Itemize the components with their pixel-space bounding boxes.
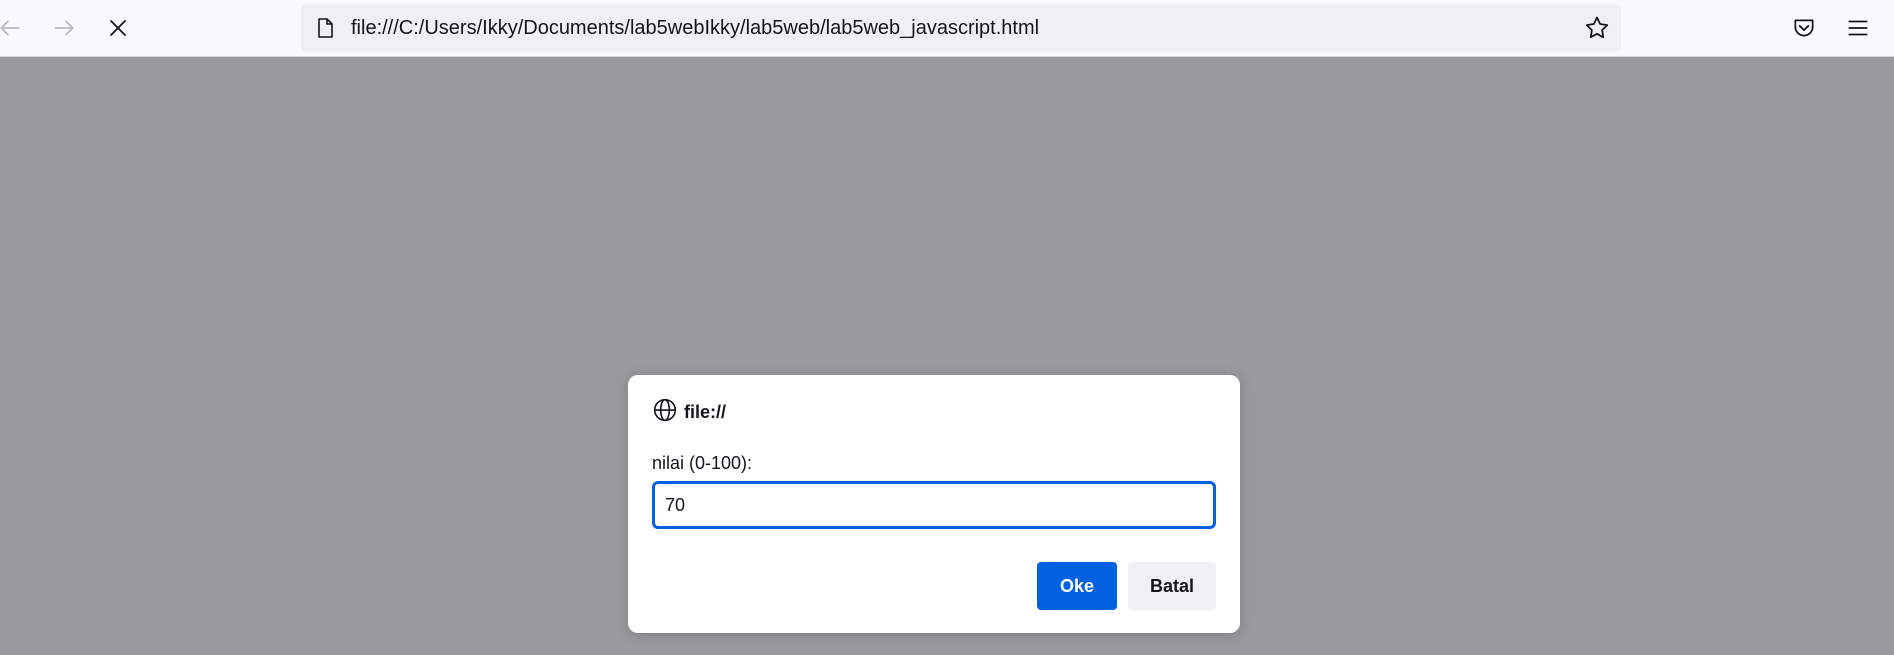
prompt-label: nilai (0-100): xyxy=(652,453,753,473)
stop-loading-icon[interactable] xyxy=(98,8,138,48)
ok-button[interactable]: Oke xyxy=(1037,562,1117,610)
forward-arrow-icon[interactable] xyxy=(44,8,84,48)
prompt-dialog: file:// nilai (0-100): Oke Batal xyxy=(628,375,1240,633)
star-icon[interactable] xyxy=(1583,14,1611,42)
url-text[interactable]: file:///C:/Users/Ikky/Documents/lab5webI… xyxy=(351,4,1039,52)
page-icon xyxy=(313,16,337,40)
dialog-origin: file:// xyxy=(652,397,727,428)
url-bar[interactable]: file:///C:/Users/Ikky/Documents/lab5webI… xyxy=(301,4,1621,52)
hamburger-menu-icon[interactable] xyxy=(1838,8,1878,48)
browser-toolbar: file:///C:/Users/Ikky/Documents/lab5webI… xyxy=(0,0,1894,57)
prompt-input[interactable] xyxy=(652,481,1216,529)
cancel-button[interactable]: Batal xyxy=(1128,562,1216,610)
back-arrow-icon[interactable] xyxy=(0,8,30,48)
pocket-icon[interactable] xyxy=(1784,8,1824,48)
globe-icon xyxy=(652,397,678,428)
dialog-origin-text: file:// xyxy=(684,401,727,422)
